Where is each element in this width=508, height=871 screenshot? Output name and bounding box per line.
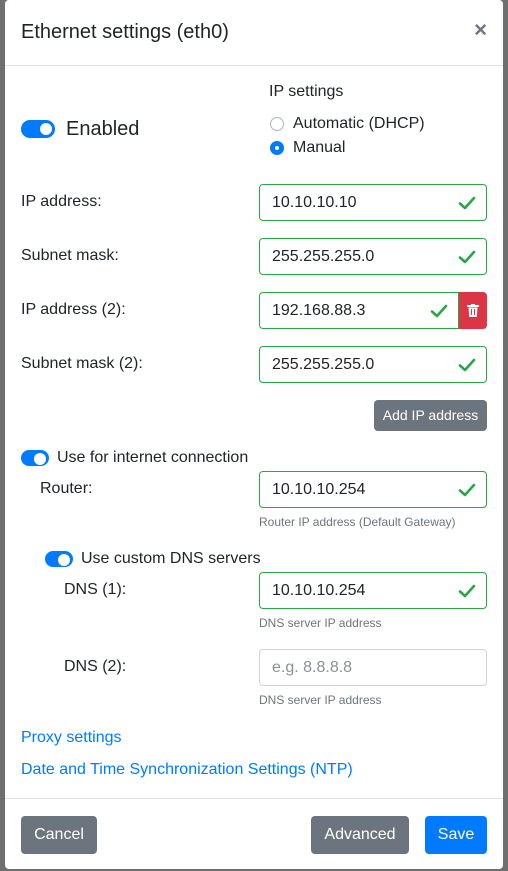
trash-icon [467, 304, 479, 317]
subnet-mask-2-label: Subnet mask (2): [21, 355, 143, 372]
enabled-toggle[interactable] [21, 120, 55, 138]
dns2-input[interactable]: e.g. 8.8.8.8 [259, 649, 487, 686]
radio-automatic-dhcp[interactable] [270, 117, 284, 131]
ntp-settings-link[interactable]: Date and Time Synchronization Settings (… [21, 761, 353, 779]
close-icon[interactable]: × [474, 17, 487, 43]
modal-title: Ethernet settings (eth0) [21, 21, 229, 43]
ip-address-value: 10.10.10.10 [272, 194, 357, 211]
valid-check-icon [458, 196, 476, 210]
valid-check-icon [458, 250, 476, 264]
dns1-value: 10.10.10.254 [272, 582, 366, 599]
dns1-help-text: DNS server IP address [259, 616, 382, 630]
dns1-input[interactable]: 10.10.10.254 [259, 572, 487, 609]
radio-automatic-dhcp-label[interactable]: Automatic (DHCP) [293, 115, 425, 133]
ip-settings-heading: IP settings [269, 83, 344, 100]
advanced-button[interactable]: Advanced [311, 816, 409, 854]
ip-address-2-input[interactable]: 192.168.88.3 [259, 292, 459, 329]
subnet-mask-2-value: 255.255.255.0 [272, 356, 375, 373]
subnet-mask-value: 255.255.255.0 [272, 248, 375, 265]
proxy-settings-link[interactable]: Proxy settings [21, 729, 121, 747]
add-ip-address-button[interactable]: Add IP address [374, 400, 487, 431]
subnet-mask-label: Subnet mask: [21, 247, 119, 264]
router-value: 10.10.10.254 [272, 481, 366, 498]
save-button[interactable]: Save [425, 816, 487, 854]
custom-dns-toggle[interactable] [45, 551, 73, 567]
custom-dns-label: Use custom DNS servers [81, 550, 261, 567]
modal-header: Ethernet settings (eth0) × [5, 0, 503, 66]
ethernet-settings-modal: Ethernet settings (eth0) × Enabled IP se… [5, 0, 503, 869]
cancel-button[interactable]: Cancel [21, 816, 97, 854]
ip-address-2-value: 192.168.88.3 [272, 302, 366, 319]
router-input[interactable]: 10.10.10.254 [259, 471, 487, 508]
router-help-text: Router IP address (Default Gateway) [259, 515, 456, 529]
internet-connection-toggle[interactable] [21, 450, 49, 466]
radio-manual[interactable] [270, 141, 284, 155]
valid-check-icon [458, 584, 476, 598]
dns2-help-text: DNS server IP address [259, 693, 382, 707]
subnet-mask-2-input[interactable]: 255.255.255.0 [259, 346, 487, 383]
internet-connection-label: Use for internet connection [57, 449, 249, 466]
dns2-label: DNS (2): [64, 658, 127, 675]
dns2-placeholder: e.g. 8.8.8.8 [272, 659, 353, 676]
footer-divider [5, 798, 503, 799]
enabled-label: Enabled [66, 118, 140, 140]
router-label: Router: [40, 480, 93, 497]
ip-address-label: IP address: [21, 193, 102, 210]
valid-check-icon [430, 304, 448, 318]
ip-address-input[interactable]: 10.10.10.10 [259, 184, 487, 221]
ip-address-2-label: IP address (2): [21, 301, 126, 318]
valid-check-icon [458, 483, 476, 497]
radio-manual-label[interactable]: Manual [293, 139, 345, 157]
subnet-mask-input[interactable]: 255.255.255.0 [259, 238, 487, 275]
delete-ip-button[interactable] [459, 292, 487, 329]
valid-check-icon [458, 358, 476, 372]
dns1-label: DNS (1): [64, 581, 127, 598]
